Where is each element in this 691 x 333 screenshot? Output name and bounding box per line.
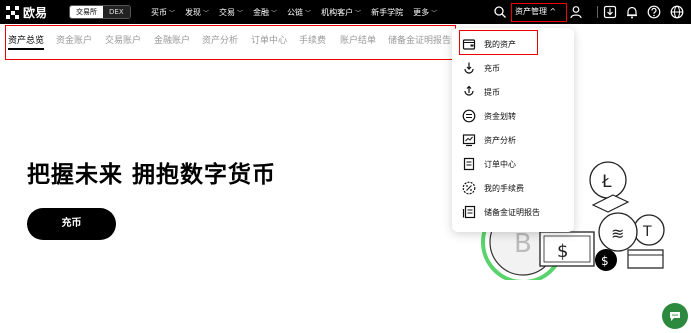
download-icon[interactable] [603,5,617,19]
svg-text:$: $ [557,241,568,262]
dropdown-item-transfer[interactable]: 资金划转 [462,107,516,125]
dropdown-label: 资产分析 [484,135,516,145]
okx-logo-icon [6,6,19,19]
exchange-dex-switch: 交易所 DEX [69,5,131,19]
dropdown-item-proof-of-reserves[interactable]: 储备金证明报告 [462,203,540,221]
dropdown-label: 提币 [484,87,500,97]
search-icon[interactable] [493,5,507,19]
asset-management-dropdown: 我的资产 充币 提币 资金划转 资产分析 订单中心 我的手续费 储备金证明报告 [452,28,574,232]
dropdown-item-withdraw[interactable]: 提币 [462,83,500,101]
nav-institutional[interactable]: 机构客户 ﹀ [321,7,361,18]
bell-icon[interactable] [625,5,639,19]
account-tabs: 资产总览 资金账户 交易账户 金融账户 资产分析 订单中心 手续费 账户结单 储… [5,25,456,60]
dropdown-label: 订单中心 [484,159,516,169]
nav-academy[interactable]: 新手学院 [371,7,403,18]
tab-finance-account[interactable]: 金融账户 [154,33,190,46]
tab-trading-account[interactable]: 交易账户 [105,33,141,46]
tab-proof-of-reserves[interactable]: 储备金证明报告 [388,33,451,46]
help-icon[interactable] [647,5,661,19]
order-icon [463,157,475,171]
svg-text:T: T [642,224,652,240]
dropdown-label: 资金划转 [484,111,516,121]
nav-label: 发现 [185,7,202,17]
nav-discover[interactable]: 发现 ﹀ [185,7,209,18]
svg-text:≋: ≋ [611,224,624,243]
report-icon [462,205,476,219]
main-nav: 买币 ﹀ 发现 ﹀ 交易 ﹀ 金融 ﹀ 公链 ﹀ 机构客户 ﹀ 新手学院 更多 ﹀ [151,0,447,24]
tab-funding-account[interactable]: 资金账户 [56,33,92,46]
dropdown-item-asset-analysis[interactable]: 资产分析 [462,131,516,149]
logo-text: 欧易 [23,6,48,20]
my-assets-highlight [459,30,538,55]
globe-icon[interactable] [670,5,684,19]
tab-order-center[interactable]: 订单中心 [251,33,287,46]
chat-support-button[interactable] [662,303,688,329]
chevron-down-icon: ﹀ [203,9,210,17]
logo[interactable]: 欧易 [6,4,47,21]
svg-text:$: $ [601,254,609,268]
top-navigation-bar: 欧易 交易所 DEX 买币 ﹀ 发现 ﹀ 交易 ﹀ 金融 ﹀ 公链 ﹀ 机构客户 ﹀ 新手学… [0,0,691,24]
svg-text:Ł: Ł [601,172,612,192]
chevron-down-icon: ﹀ [271,9,278,17]
chat-icon [670,312,680,321]
transfer-icon [462,109,476,123]
tab-account-statement[interactable]: 账户结单 [340,33,376,46]
withdraw-icon [464,85,474,96]
active-tab-indicator [8,48,44,50]
nav-finance[interactable]: 金融 ﹀ [253,7,277,18]
dropdown-item-order-center[interactable]: 订单中心 [462,155,516,173]
chevron-down-icon: ﹀ [431,9,438,17]
svg-text:B: B [514,229,532,259]
tab-asset-analysis[interactable]: 资产分析 [202,33,238,46]
exchange-toggle[interactable]: 交易所 [70,6,103,18]
chevron-down-icon: ﹀ [355,9,362,17]
dropdown-label: 充币 [484,63,500,73]
nav-label: 买币 [151,7,167,17]
dropdown-item-deposit[interactable]: 充币 [462,59,500,77]
chevron-down-icon: ﹀ [169,9,176,17]
nav-buy-crypto[interactable]: 买币 ﹀ [151,7,175,18]
tab-asset-overview[interactable]: 资产总览 [8,33,44,46]
nav-chain[interactable]: 公链 ﹀ [287,7,311,18]
deposit-button[interactable]: 充币 [27,208,116,240]
nav-label: 机构客户 [321,7,354,17]
tab-fees[interactable]: 手续费 [299,33,326,46]
dropdown-label: 我的手续费 [484,183,524,193]
fee-icon [462,181,476,195]
nav-more[interactable]: 更多 ﹀ [413,7,437,18]
dex-toggle[interactable]: DEX [103,6,130,18]
nav-label: 金融 [253,7,270,17]
asset-management-menu[interactable]: 资产管理 ^ [511,3,567,22]
hero-title: 把握未来 拥抱数字货币 [27,162,277,188]
chevron-down-icon: ﹀ [305,9,312,17]
dropdown-item-my-fees[interactable]: 我的手续费 [462,179,524,197]
deposit-icon [464,62,474,74]
divider [597,6,598,18]
nav-label: 新手学院 [371,7,404,17]
nav-label: 公链 [287,7,304,17]
nav-label: 更多 [413,7,430,17]
chevron-down-icon: ﹀ [237,9,244,17]
nav-trade[interactable]: 交易 ﹀ [219,7,243,18]
analysis-icon [462,134,476,147]
nav-label: 交易 [219,7,236,17]
user-icon[interactable] [569,5,583,19]
dropdown-label: 储备金证明报告 [484,207,540,217]
